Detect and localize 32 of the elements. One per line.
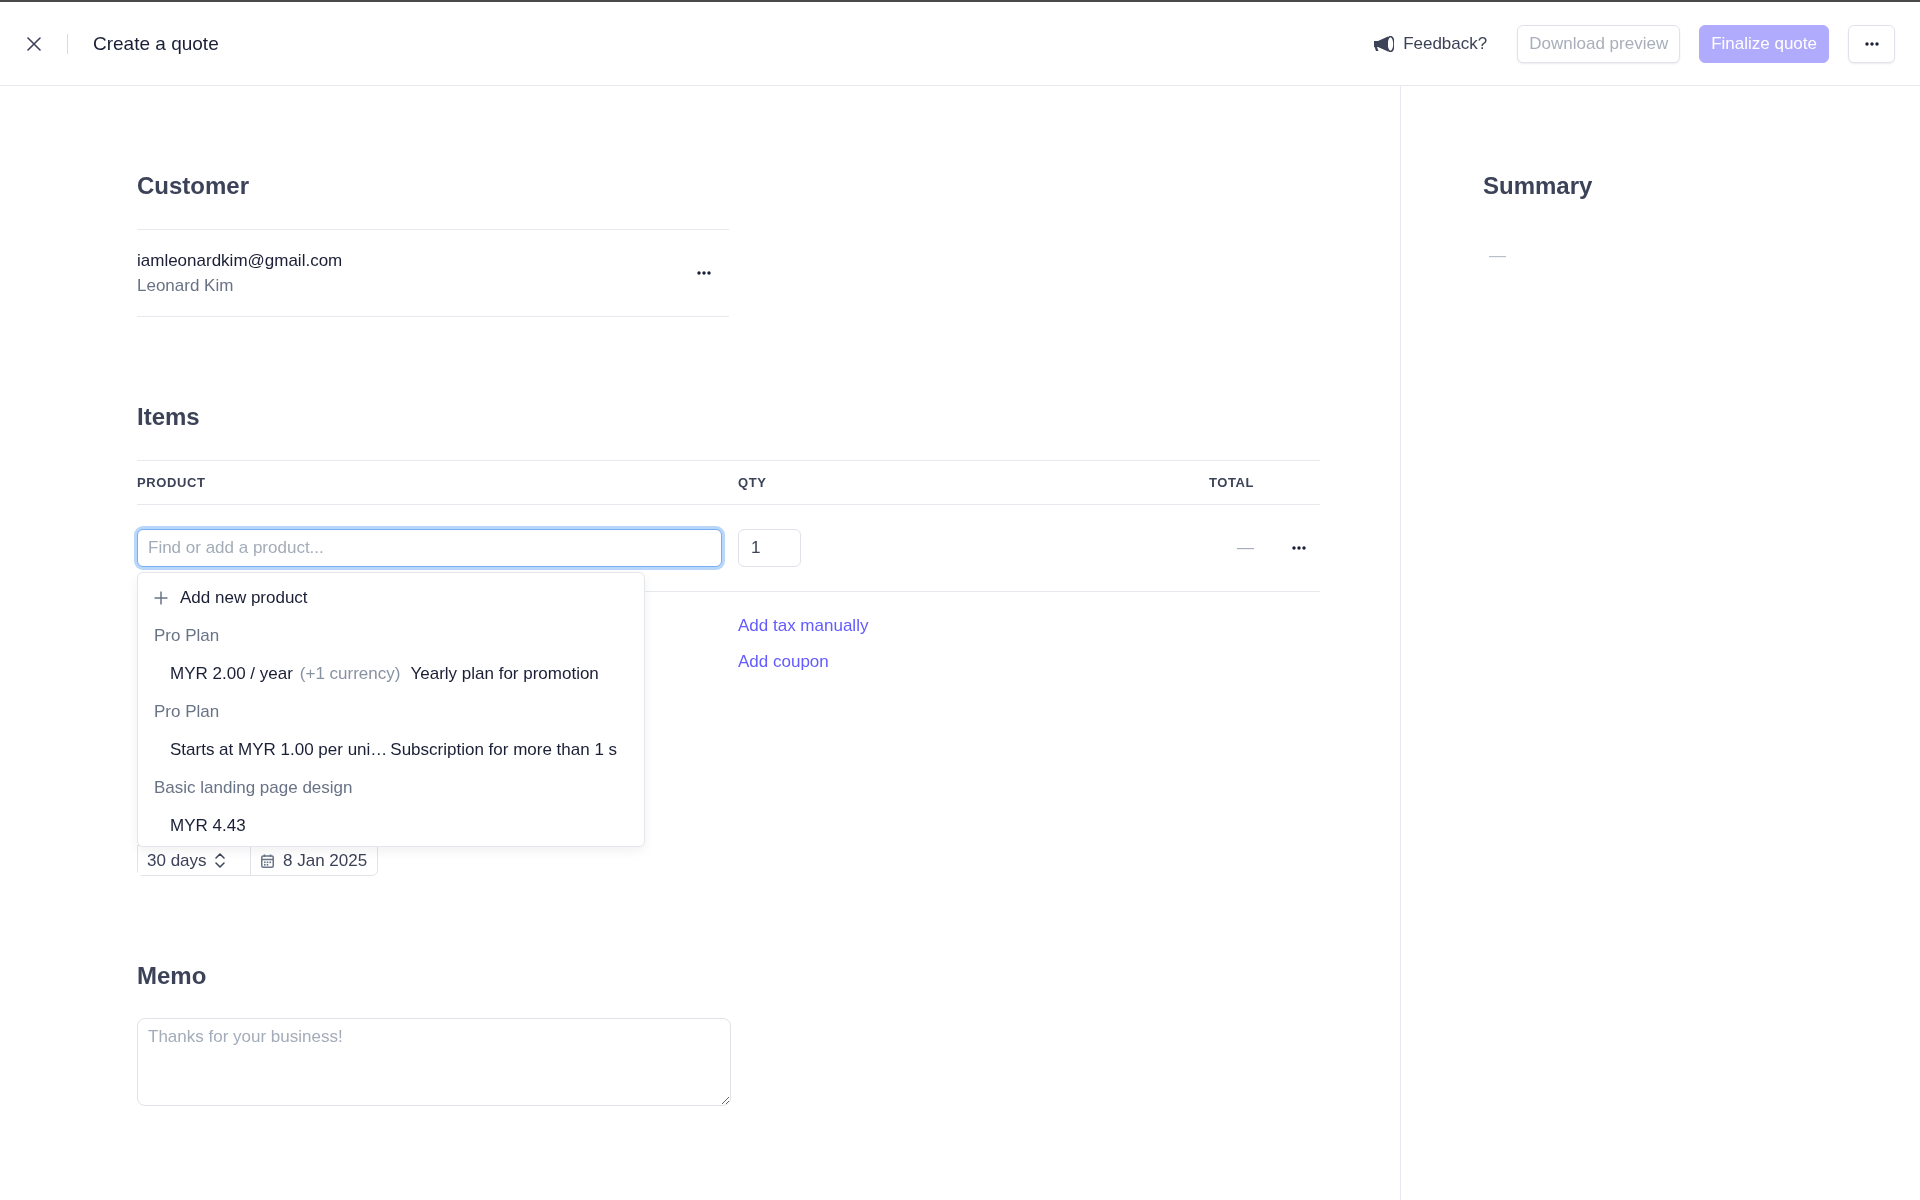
memo-field[interactable]: Thanks for your business! [137, 1018, 731, 1106]
column-header: TOTAL [1208, 475, 1254, 490]
add-product-option[interactable]: Add new product [154, 588, 308, 608]
action-link[interactable]: Add coupon [738, 652, 829, 672]
product-search-field[interactable]: Find or add a product... [137, 529, 722, 567]
column-header: QTY [738, 475, 767, 490]
product-group-label: Basic landing page design [154, 778, 353, 798]
more-icon [697, 271, 711, 275]
page-title: Create a quote [93, 32, 219, 55]
section-heading: Items [137, 402, 200, 432]
megaphone-icon [1374, 35, 1395, 52]
section-heading: Summary [1483, 171, 1593, 201]
customer-name: Leonard Kim [137, 275, 235, 296]
price-option[interactable]: MYR 2.00 / year (+1 currency) Yearly plan for promotion [170, 664, 599, 684]
action-link[interactable]: Add tax manually [738, 616, 869, 636]
quantity-field[interactable]: 1 [738, 529, 801, 567]
column-header: PRODUCT [137, 475, 206, 490]
more-icon [1864, 41, 1879, 46]
total-value: — [1237, 538, 1254, 558]
price-option[interactable]: Starts at MYR 1.00 per uni… Subscription for more than 1 s [170, 740, 618, 760]
more-icon [1292, 546, 1306, 550]
section-heading: Customer [137, 171, 250, 201]
plus-icon [154, 591, 168, 605]
summary-total: — [1489, 246, 1506, 266]
customer-email: iamleonardkim@gmail.com [137, 250, 343, 271]
product-group-label: Pro Plan [154, 626, 220, 646]
section-heading: Memo [137, 961, 207, 991]
close-icon [27, 36, 41, 51]
close-button[interactable] [27, 36, 41, 51]
feedback-button[interactable]: Feedback? [1374, 33, 1488, 54]
product-group-label: Pro Plan [154, 702, 220, 722]
price-option[interactable]: MYR 4.43 [170, 816, 246, 836]
